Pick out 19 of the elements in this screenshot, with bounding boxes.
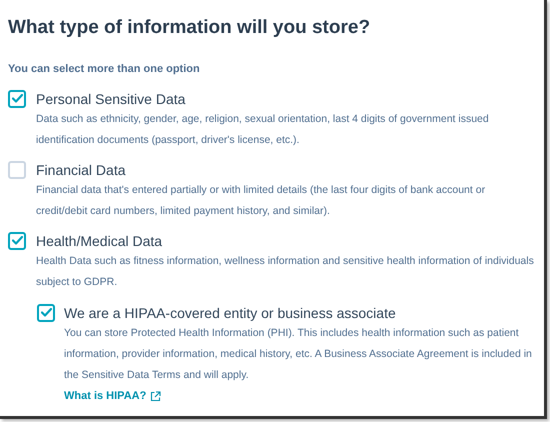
checkbox[interactable]	[8, 160, 26, 178]
checkmark-icon	[12, 94, 22, 103]
option-label: Personal Sensitive Data	[36, 90, 186, 108]
option-label: Financial Data	[36, 160, 126, 180]
checkmark-icon	[40, 308, 52, 317]
option-label: Health/Medical Data	[36, 232, 164, 250]
external-link-icon	[150, 390, 162, 402]
help-link[interactable]: What is HIPAA?	[64, 386, 534, 406]
option-description: Financial data that's entered partially or with limited details (the last four digits of bank account or credit/debit card numbers, limited payment history, and similar).	[36, 182, 486, 218]
option-description: You can store Protected Health Information (PHI). This includes health information such as patient information, provider information, medical history, etc. A Business Associate Agreement is included in the Sensitive Data Terms and will apply.	[64, 326, 533, 382]
hint-text: You can select more than one option	[8, 62, 201, 77]
checkbox[interactable]	[37, 304, 55, 322]
page-heading: What type of information will you store?	[8, 16, 372, 40]
option-description: Health Data such as fitness information, wellness information and sensitive health information of individuals subject to GDPR.	[36, 254, 535, 290]
checkbox[interactable]	[8, 90, 26, 108]
checkbox[interactable]	[8, 232, 26, 250]
option-description: Data such as ethnicity, gender, age, religion, sexual orientation, last 4 digits of government issued identification documents (passport, driver's license, etc.).	[36, 112, 490, 148]
option-label: We are a HIPAA-covered entity or business associate	[64, 304, 397, 322]
checkmark-icon	[12, 236, 22, 245]
